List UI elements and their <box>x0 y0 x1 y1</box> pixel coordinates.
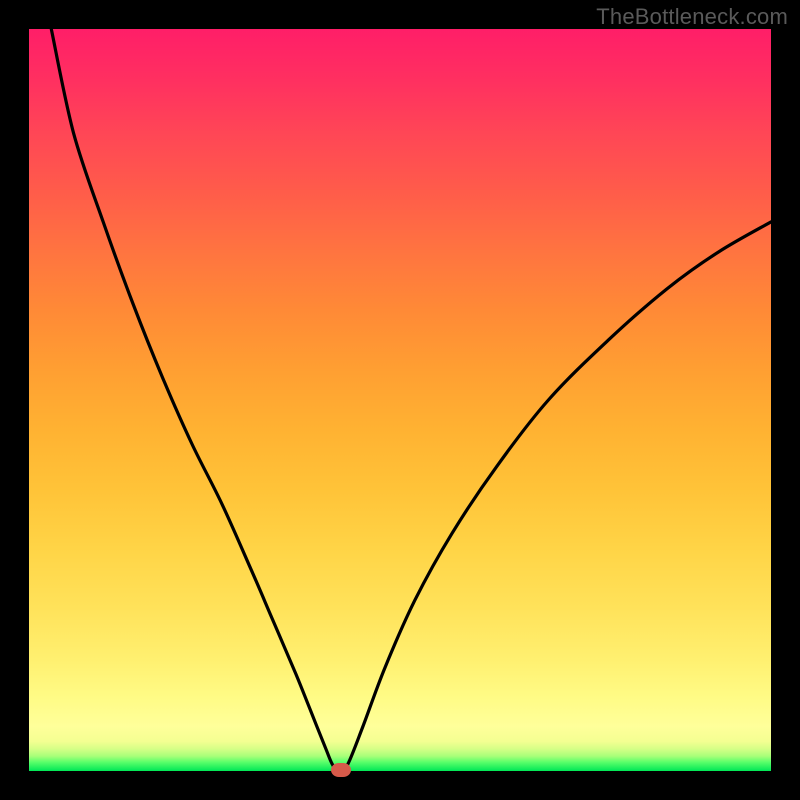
bottleneck-curve <box>29 29 771 771</box>
plot-area <box>29 29 771 771</box>
chart-frame: TheBottleneck.com <box>0 0 800 800</box>
minimum-marker <box>331 763 351 777</box>
curve-path <box>51 29 771 771</box>
attribution-text: TheBottleneck.com <box>596 4 788 30</box>
